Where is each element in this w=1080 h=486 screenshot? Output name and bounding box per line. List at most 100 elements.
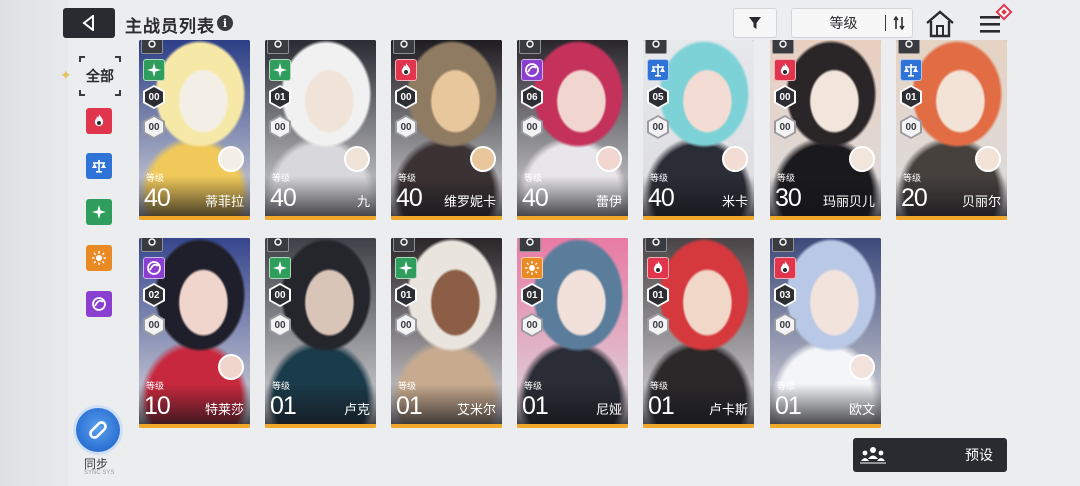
level-label: 等级 [146, 173, 165, 183]
level-label: 等级 [777, 173, 796, 183]
menu-button[interactable] [978, 3, 1013, 38]
card-accent-bar [265, 216, 376, 220]
fire-class-icon [774, 59, 796, 81]
operator-name: 特莱莎 [204, 402, 244, 417]
operator-name: 贝丽尔 [961, 194, 1001, 209]
card-accent-bar [391, 216, 502, 220]
operator-name: 玛丽贝儿 [822, 194, 875, 209]
info-icon[interactable]: i [217, 15, 233, 31]
fire-class-icon [647, 257, 669, 279]
star-class-icon [269, 59, 291, 81]
card-accent-bar [643, 216, 754, 220]
level-label: 等级 [398, 381, 417, 391]
companion-avatar [849, 146, 875, 172]
operator-card[interactable]: 02 00 等级 10 特莱莎 [139, 238, 250, 428]
team-icon [853, 446, 893, 464]
sort-label: 等级 [829, 15, 858, 31]
operator-name: 维罗妮卡 [443, 194, 496, 209]
level-label: 等级 [272, 381, 291, 391]
level-value: 01 [396, 392, 423, 420]
sync-button[interactable] [76, 408, 120, 452]
burst-indicator [267, 238, 289, 252]
card-accent-bar [391, 424, 502, 428]
operator-name: 米卡 [721, 194, 748, 209]
level-label: 等级 [777, 381, 796, 391]
burst-indicator [519, 40, 541, 54]
sort-dropdown[interactable]: 等级 [791, 8, 913, 38]
burst-indicator [898, 40, 920, 54]
operator-card[interactable]: 05 00 等级 40 米卡 [643, 40, 754, 220]
operator-name: 尼娅 [595, 402, 622, 417]
level-label: 等级 [524, 381, 543, 391]
level-value: 01 [775, 392, 802, 420]
preset-label: 预设 [965, 447, 993, 463]
level-value: 40 [144, 184, 171, 212]
burst-indicator [772, 238, 794, 252]
level-value: 40 [522, 184, 549, 212]
burst-indicator [772, 40, 794, 54]
level-label: 等级 [272, 173, 291, 183]
sun-class-icon[interactable] [86, 245, 112, 271]
card-accent-bar [517, 424, 628, 428]
operator-card[interactable]: 01 00 等级 01 艾米尔 [391, 238, 502, 428]
level-value: 01 [270, 392, 297, 420]
burst-indicator [645, 40, 667, 54]
companion-avatar [596, 146, 622, 172]
level-value: 20 [901, 184, 928, 212]
operator-card[interactable]: 00 00 等级 40 维罗妮卡 [391, 40, 502, 220]
operator-card[interactable]: 03 00 等级 01 欧文 [770, 238, 881, 428]
level-label: 等级 [650, 173, 669, 183]
star-class-icon[interactable] [86, 199, 112, 225]
card-accent-bar [139, 424, 250, 428]
level-label: 等级 [650, 381, 669, 391]
home-button[interactable] [925, 10, 955, 38]
operator-name: 蒂菲拉 [204, 194, 244, 209]
void-class-icon [143, 257, 165, 279]
filter-button[interactable] [733, 8, 777, 38]
operator-card[interactable]: 00 00 等级 40 蒂菲拉 [139, 40, 250, 220]
operator-card[interactable]: 06 00 等级 40 蕾伊 [517, 40, 628, 220]
level-value: 01 [648, 392, 675, 420]
operator-name: 九 [356, 194, 370, 209]
operator-name: 艾米尔 [456, 402, 496, 417]
operator-card[interactable]: 01 00 等级 40 九 [265, 40, 376, 220]
burst-indicator [645, 238, 667, 252]
card-accent-bar [896, 216, 1007, 220]
level-label: 等级 [398, 173, 417, 183]
operator-card[interactable]: 00 00 等级 30 玛丽贝儿 [770, 40, 881, 220]
companion-avatar [975, 146, 1001, 172]
operator-card[interactable]: 00 00 等级 01 卢克 [265, 238, 376, 428]
operator-name: 卢克 [343, 402, 370, 417]
left-panel [0, 0, 68, 486]
level-value: 40 [648, 184, 675, 212]
preset-button[interactable]: 预设 [853, 438, 1007, 472]
card-accent-bar [517, 216, 628, 220]
companion-avatar [849, 354, 875, 380]
back-button[interactable] [63, 8, 115, 38]
filter-all-button[interactable]: 全部 [79, 56, 121, 96]
scales-class-icon[interactable] [86, 153, 112, 179]
operator-card[interactable]: 01 00 等级 01 尼娅 [517, 238, 628, 428]
operator-name: 卢卡斯 [708, 402, 748, 417]
filter-all-label: 全部 [86, 68, 114, 84]
void-class-icon[interactable] [86, 291, 112, 317]
operator-card[interactable]: 01 00 等级 20 贝丽尔 [896, 40, 1007, 220]
card-accent-bar [770, 424, 881, 428]
card-accent-bar [770, 216, 881, 220]
star-class-icon [395, 257, 417, 279]
burst-indicator [141, 40, 163, 54]
companion-avatar [218, 354, 244, 380]
card-accent-bar [265, 424, 376, 428]
card-accent-bar [643, 424, 754, 428]
scales-class-icon [647, 59, 669, 81]
level-value: 30 [775, 184, 802, 212]
burst-indicator [141, 238, 163, 252]
operator-card[interactable]: 01 00 等级 01 卢卡斯 [643, 238, 754, 428]
fire-class-icon[interactable] [86, 108, 112, 134]
card-accent-bar [139, 216, 250, 220]
burst-indicator [267, 40, 289, 54]
sort-order-icon[interactable] [886, 16, 912, 30]
burst-indicator [393, 40, 415, 54]
star-class-icon [143, 59, 165, 81]
scales-class-icon [900, 59, 922, 81]
